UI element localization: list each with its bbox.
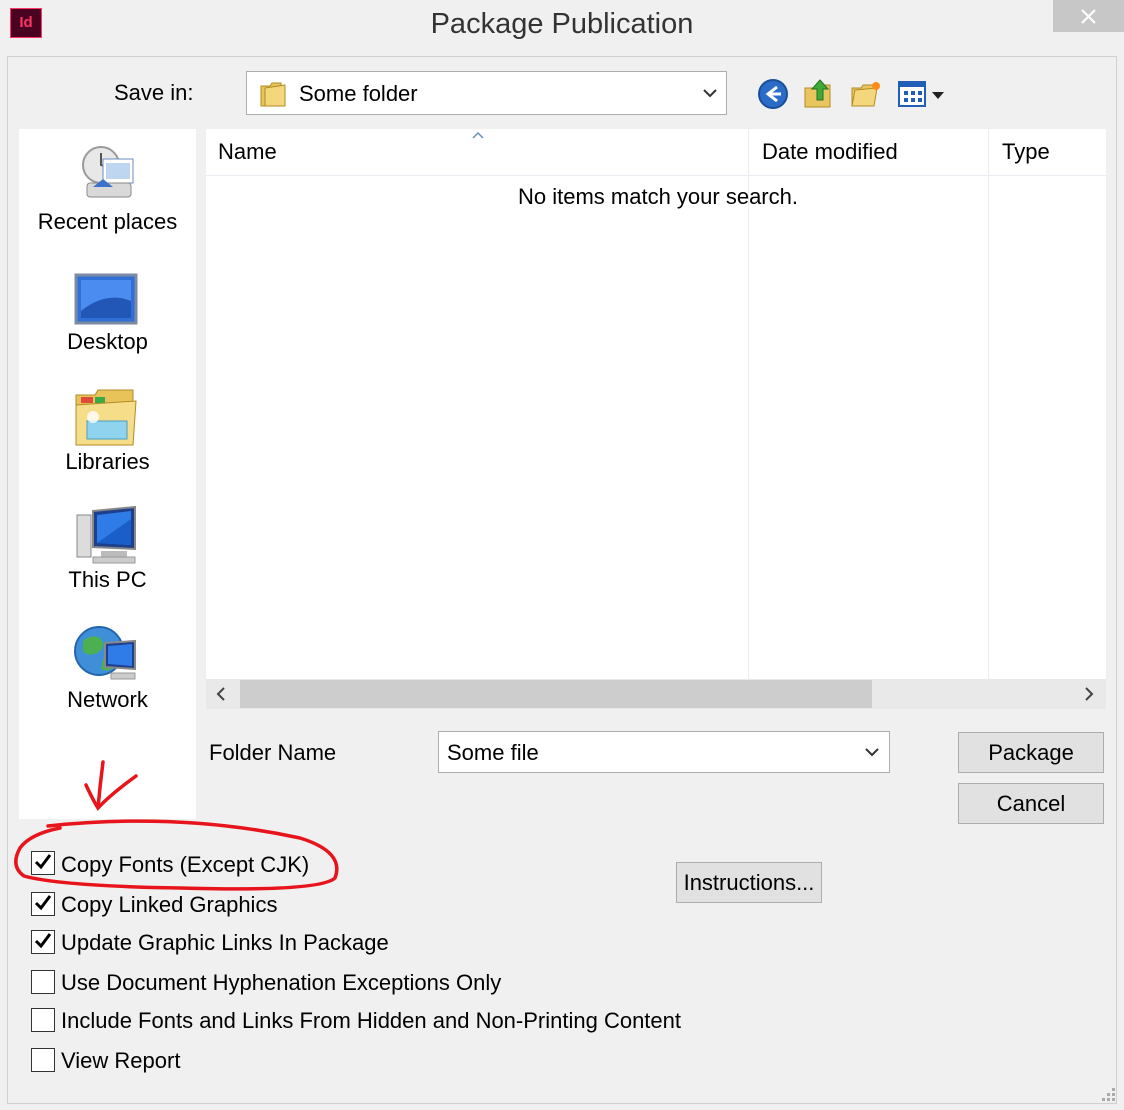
folder-icon bbox=[260, 82, 286, 107]
include-hidden-content-checkbox[interactable] bbox=[31, 1008, 55, 1032]
copy-fonts-label[interactable]: Copy Fonts (Except CJK) bbox=[61, 852, 309, 878]
scroll-left-icon[interactable] bbox=[216, 687, 226, 701]
close-icon bbox=[1081, 9, 1096, 24]
horizontal-scrollbar[interactable] bbox=[206, 679, 1106, 709]
column-header-date-modified[interactable]: Date modified bbox=[762, 139, 898, 165]
recent-places-icon bbox=[82, 146, 134, 198]
places-bar: Recent places Desktop Libraries This PC bbox=[19, 129, 196, 819]
copy-linked-graphics-label[interactable]: Copy Linked Graphics bbox=[61, 892, 277, 918]
hyphenation-exceptions-label[interactable]: Use Document Hyphenation Exceptions Only bbox=[61, 970, 501, 996]
scrollbar-thumb[interactable] bbox=[240, 680, 872, 708]
empty-message: No items match your search. bbox=[518, 184, 798, 209]
package-button[interactable]: Package bbox=[958, 732, 1104, 773]
desktop-icon bbox=[74, 273, 138, 325]
folder-name-combobox[interactable]: Some file bbox=[438, 731, 890, 773]
back-icon[interactable] bbox=[757, 78, 789, 110]
window-title: Package Publication bbox=[430, 8, 694, 40]
view-report-checkbox[interactable] bbox=[31, 1048, 55, 1072]
hyphenation-exceptions-checkbox[interactable] bbox=[31, 970, 55, 994]
network-icon bbox=[74, 626, 136, 680]
checkmark-icon bbox=[34, 933, 52, 949]
checkmark-icon bbox=[34, 854, 52, 870]
column-header-name[interactable]: Name bbox=[218, 139, 277, 165]
update-graphic-links-checkbox[interactable] bbox=[31, 930, 55, 954]
place-label: Libraries bbox=[65, 449, 150, 474]
chevron-down-icon bbox=[703, 89, 717, 98]
column-divider[interactable] bbox=[988, 129, 989, 679]
instructions-button[interactable]: Instructions... bbox=[676, 862, 822, 903]
close-button[interactable] bbox=[1053, 0, 1124, 32]
column-header-type[interactable]: Type bbox=[1002, 139, 1050, 165]
place-label: Recent places bbox=[37, 209, 178, 234]
copy-linked-graphics-checkbox[interactable] bbox=[31, 892, 55, 916]
save-in-label: Save in: bbox=[114, 80, 194, 105]
scroll-right-icon[interactable] bbox=[1084, 687, 1094, 701]
resize-grip-icon[interactable] bbox=[1098, 1084, 1118, 1104]
column-divider[interactable] bbox=[748, 129, 749, 679]
copy-fonts-checkbox[interactable] bbox=[31, 851, 55, 875]
folder-name-label: Folder Name bbox=[209, 740, 337, 765]
checkmark-icon bbox=[34, 895, 52, 911]
view-report-label[interactable]: View Report bbox=[61, 1048, 180, 1074]
cancel-button[interactable]: Cancel bbox=[958, 783, 1104, 824]
up-folder-icon[interactable] bbox=[802, 76, 836, 110]
this-pc-icon bbox=[76, 505, 136, 564]
folder-name-value: Some file bbox=[447, 740, 539, 765]
include-hidden-content-label[interactable]: Include Fonts and Links From Hidden and … bbox=[61, 1008, 681, 1034]
save-in-value: Some folder bbox=[299, 81, 418, 106]
place-label: Network bbox=[67, 687, 148, 712]
header-divider bbox=[206, 175, 1106, 176]
update-graphic-links-label[interactable]: Update Graphic Links In Package bbox=[61, 930, 389, 956]
new-folder-icon[interactable] bbox=[850, 78, 884, 110]
place-label: This PC bbox=[68, 567, 147, 592]
view-menu-icon[interactable] bbox=[897, 80, 947, 108]
chevron-down-icon[interactable] bbox=[865, 748, 879, 757]
place-label: Desktop bbox=[67, 329, 148, 354]
file-list[interactable]: Name Date modified Type No items match y… bbox=[206, 129, 1106, 679]
libraries-icon bbox=[75, 389, 137, 446]
sort-ascending-icon bbox=[472, 132, 484, 139]
save-in-dropdown[interactable]: Some folder bbox=[246, 71, 727, 115]
